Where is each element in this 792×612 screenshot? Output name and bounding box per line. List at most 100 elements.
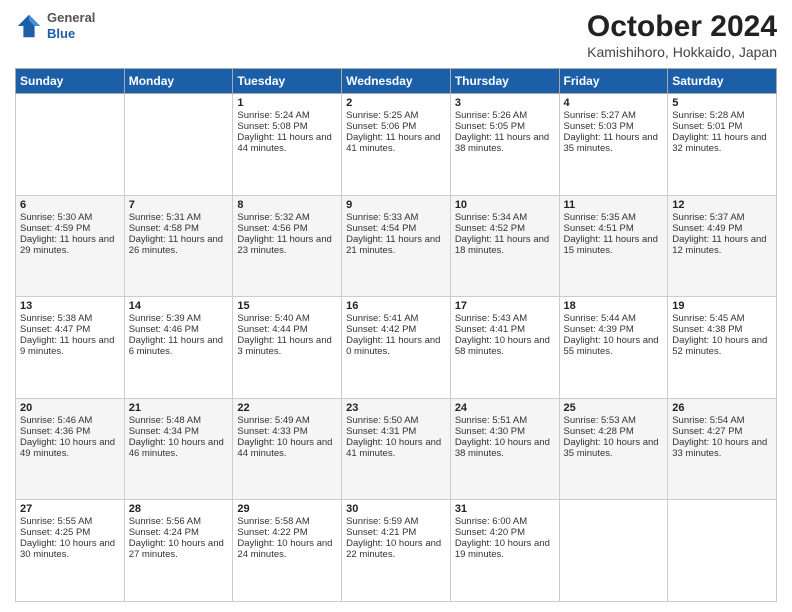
calendar-cell: 22Sunrise: 5:49 AMSunset: 4:33 PMDayligh…: [233, 398, 342, 500]
calendar-week-row: 27Sunrise: 5:55 AMSunset: 4:25 PMDayligh…: [16, 500, 777, 602]
daylight-text: Daylight: 11 hours and 44 minutes.: [237, 132, 337, 154]
sunrise-text: Sunrise: 5:37 AM: [672, 212, 772, 223]
day-number: 27: [20, 503, 120, 515]
col-thursday: Thursday: [450, 69, 559, 94]
sunrise-text: Sunrise: 5:46 AM: [20, 415, 120, 426]
sunset-text: Sunset: 4:36 PM: [20, 426, 120, 437]
daylight-text: Daylight: 10 hours and 19 minutes.: [455, 538, 555, 560]
day-number: 11: [564, 199, 664, 211]
calendar-cell: 8Sunrise: 5:32 AMSunset: 4:56 PMDaylight…: [233, 195, 342, 297]
sunrise-text: Sunrise: 5:41 AM: [346, 313, 446, 324]
day-number: 29: [237, 503, 337, 515]
daylight-text: Daylight: 10 hours and 55 minutes.: [564, 335, 664, 357]
calendar-cell: 25Sunrise: 5:53 AMSunset: 4:28 PMDayligh…: [559, 398, 668, 500]
day-number: 10: [455, 199, 555, 211]
sunrise-text: Sunrise: 5:58 AM: [237, 516, 337, 527]
calendar-cell: [124, 94, 233, 196]
sunrise-text: Sunrise: 5:33 AM: [346, 212, 446, 223]
logo-text: General Blue: [47, 10, 95, 41]
calendar-cell: 20Sunrise: 5:46 AMSunset: 4:36 PMDayligh…: [16, 398, 125, 500]
sunrise-text: Sunrise: 5:27 AM: [564, 110, 664, 121]
daylight-text: Daylight: 10 hours and 24 minutes.: [237, 538, 337, 560]
calendar-header-row: Sunday Monday Tuesday Wednesday Thursday…: [16, 69, 777, 94]
daylight-text: Daylight: 11 hours and 35 minutes.: [564, 132, 664, 154]
calendar-cell: 26Sunrise: 5:54 AMSunset: 4:27 PMDayligh…: [668, 398, 777, 500]
sunset-text: Sunset: 4:31 PM: [346, 426, 446, 437]
daylight-text: Daylight: 11 hours and 26 minutes.: [129, 234, 229, 256]
daylight-text: Daylight: 11 hours and 18 minutes.: [455, 234, 555, 256]
sunset-text: Sunset: 4:42 PM: [346, 324, 446, 335]
logo: General Blue: [15, 10, 95, 41]
daylight-text: Daylight: 10 hours and 38 minutes.: [455, 437, 555, 459]
day-number: 22: [237, 402, 337, 414]
sunset-text: Sunset: 4:56 PM: [237, 223, 337, 234]
day-number: 25: [564, 402, 664, 414]
calendar-cell: 23Sunrise: 5:50 AMSunset: 4:31 PMDayligh…: [342, 398, 451, 500]
calendar-cell: 30Sunrise: 5:59 AMSunset: 4:21 PMDayligh…: [342, 500, 451, 602]
daylight-text: Daylight: 11 hours and 3 minutes.: [237, 335, 337, 357]
daylight-text: Daylight: 10 hours and 22 minutes.: [346, 538, 446, 560]
sunset-text: Sunset: 4:38 PM: [672, 324, 772, 335]
daylight-text: Daylight: 11 hours and 9 minutes.: [20, 335, 120, 357]
sunrise-text: Sunrise: 5:35 AM: [564, 212, 664, 223]
main-container: General Blue October 2024 Kamishihoro, H…: [0, 0, 792, 612]
sunset-text: Sunset: 4:52 PM: [455, 223, 555, 234]
sunrise-text: Sunrise: 5:30 AM: [20, 212, 120, 223]
sunset-text: Sunset: 4:20 PM: [455, 527, 555, 538]
calendar-cell: 7Sunrise: 5:31 AMSunset: 4:58 PMDaylight…: [124, 195, 233, 297]
daylight-text: Daylight: 10 hours and 52 minutes.: [672, 335, 772, 357]
calendar-cell: 24Sunrise: 5:51 AMSunset: 4:30 PMDayligh…: [450, 398, 559, 500]
sunrise-text: Sunrise: 5:34 AM: [455, 212, 555, 223]
daylight-text: Daylight: 11 hours and 12 minutes.: [672, 234, 772, 256]
day-number: 16: [346, 300, 446, 312]
day-number: 7: [129, 199, 229, 211]
sunrise-text: Sunrise: 5:53 AM: [564, 415, 664, 426]
sunrise-text: Sunrise: 5:24 AM: [237, 110, 337, 121]
calendar-cell: 3Sunrise: 5:26 AMSunset: 5:05 PMDaylight…: [450, 94, 559, 196]
col-sunday: Sunday: [16, 69, 125, 94]
day-number: 21: [129, 402, 229, 414]
sunrise-text: Sunrise: 5:25 AM: [346, 110, 446, 121]
sunrise-text: Sunrise: 5:51 AM: [455, 415, 555, 426]
sunset-text: Sunset: 4:47 PM: [20, 324, 120, 335]
daylight-text: Daylight: 10 hours and 35 minutes.: [564, 437, 664, 459]
day-number: 17: [455, 300, 555, 312]
day-number: 9: [346, 199, 446, 211]
day-number: 8: [237, 199, 337, 211]
sunset-text: Sunset: 4:51 PM: [564, 223, 664, 234]
logo-blue: Blue: [47, 26, 95, 42]
calendar-subtitle: Kamishihoro, Hokkaido, Japan: [587, 44, 777, 60]
sunset-text: Sunset: 4:30 PM: [455, 426, 555, 437]
calendar-cell: 28Sunrise: 5:56 AMSunset: 4:24 PMDayligh…: [124, 500, 233, 602]
calendar-cell: 27Sunrise: 5:55 AMSunset: 4:25 PMDayligh…: [16, 500, 125, 602]
daylight-text: Daylight: 11 hours and 41 minutes.: [346, 132, 446, 154]
calendar-table: Sunday Monday Tuesday Wednesday Thursday…: [15, 68, 777, 602]
sunrise-text: Sunrise: 5:48 AM: [129, 415, 229, 426]
sunset-text: Sunset: 5:03 PM: [564, 121, 664, 132]
calendar-cell: 29Sunrise: 5:58 AMSunset: 4:22 PMDayligh…: [233, 500, 342, 602]
daylight-text: Daylight: 11 hours and 15 minutes.: [564, 234, 664, 256]
sunrise-text: Sunrise: 5:59 AM: [346, 516, 446, 527]
sunset-text: Sunset: 5:01 PM: [672, 121, 772, 132]
daylight-text: Daylight: 11 hours and 21 minutes.: [346, 234, 446, 256]
sunset-text: Sunset: 4:44 PM: [237, 324, 337, 335]
calendar-cell: 31Sunrise: 6:00 AMSunset: 4:20 PMDayligh…: [450, 500, 559, 602]
daylight-text: Daylight: 10 hours and 41 minutes.: [346, 437, 446, 459]
calendar-week-row: 20Sunrise: 5:46 AMSunset: 4:36 PM Dayligh…: [16, 398, 777, 500]
sunrise-text: Sunrise: 5:38 AM: [20, 313, 120, 324]
daylight-text: Daylight: 11 hours and 23 minutes.: [237, 234, 337, 256]
sunrise-text: Sunrise: 5:40 AM: [237, 313, 337, 324]
calendar-cell: 12Sunrise: 5:37 AMSunset: 4:49 PMDayligh…: [668, 195, 777, 297]
sunrise-text: Sunrise: 5:50 AM: [346, 415, 446, 426]
calendar-cell: 19Sunrise: 5:45 AMSunset: 4:38 PMDayligh…: [668, 297, 777, 399]
day-number: 28: [129, 503, 229, 515]
day-number: 20: [20, 402, 120, 414]
col-friday: Friday: [559, 69, 668, 94]
day-number: 19: [672, 300, 772, 312]
calendar-cell: 14Sunrise: 5:39 AMSunset: 4:46 PMDayligh…: [124, 297, 233, 399]
calendar-cell: 4Sunrise: 5:27 AMSunset: 5:03 PMDaylight…: [559, 94, 668, 196]
sunset-text: Sunset: 5:08 PM: [237, 121, 337, 132]
sunset-text: Sunset: 4:54 PM: [346, 223, 446, 234]
daylight-text: Daylight: 10 hours and 46 minutes.: [129, 437, 229, 459]
col-saturday: Saturday: [668, 69, 777, 94]
